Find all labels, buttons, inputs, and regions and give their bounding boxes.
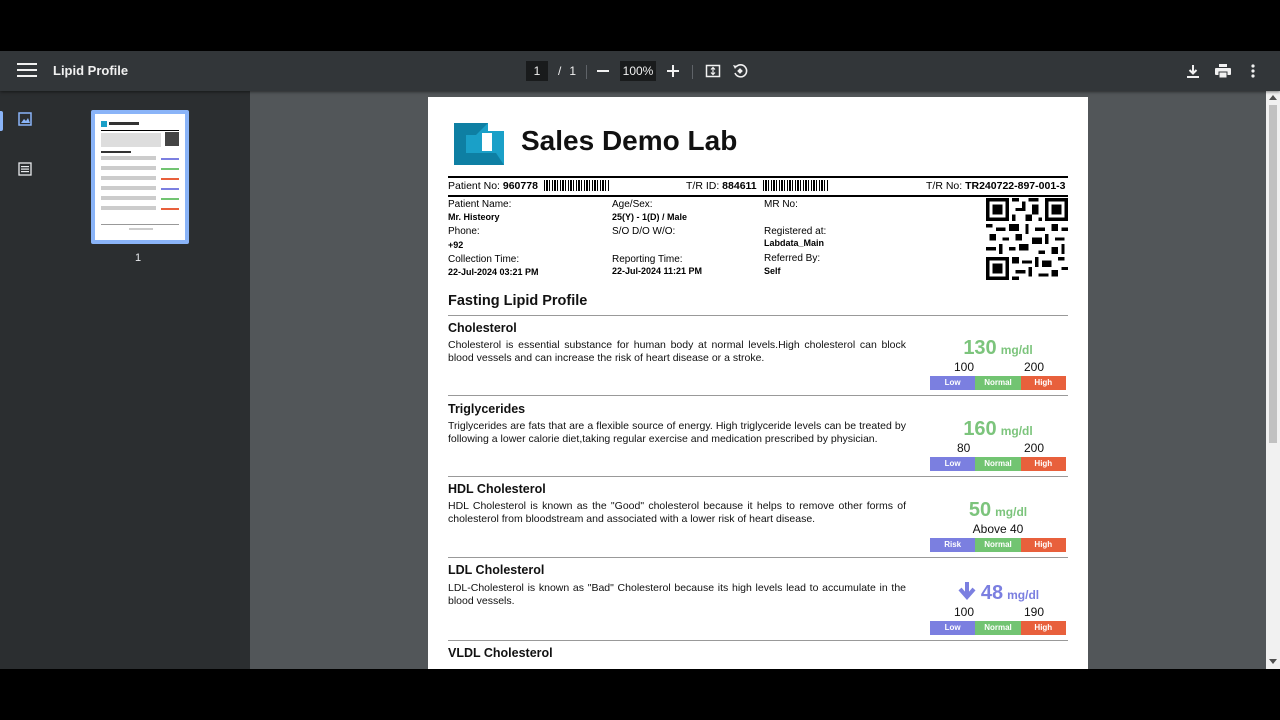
- result-unit: mg/dl: [995, 505, 1028, 519]
- result-value: 48: [980, 582, 1004, 604]
- page-control: / 1: [526, 61, 576, 81]
- document-viewer[interactable]: Sales Demo Lab Patient No: 960778 T/R ID…: [250, 91, 1266, 669]
- header-rule: [448, 195, 1068, 197]
- thumbnails-tab[interactable]: [0, 99, 50, 139]
- arrow-down-icon: [958, 582, 976, 601]
- lab-name: Sales Demo Lab: [521, 125, 738, 156]
- range-bar: Low Normal High: [930, 376, 1066, 390]
- thumbnail-page-number: 1: [135, 252, 142, 264]
- image-icon: [18, 112, 32, 126]
- letterbox-bottom: [0, 669, 1280, 720]
- header-rule: [448, 176, 1068, 178]
- phone-value: +92: [448, 240, 464, 250]
- patient-name-label: Patient Name:: [448, 199, 512, 210]
- reporting-label: Reporting Time:: [612, 254, 683, 265]
- fit-page-icon[interactable]: [701, 59, 725, 83]
- test-description: Cholesterol is essential substance for h…: [448, 339, 906, 364]
- download-icon[interactable]: [1181, 59, 1205, 83]
- vertical-scrollbar[interactable]: [1266, 91, 1280, 669]
- test-result: 160 mg/dl 80 200 Low Normal High: [930, 418, 1066, 471]
- test-name: VLDL Cholesterol: [448, 646, 553, 660]
- tr-id-field: T/R ID: 884611: [686, 180, 829, 192]
- test-rule: [448, 395, 1068, 396]
- result-value: 50: [968, 499, 992, 521]
- sdo-label: S/O D/O W/O:: [612, 226, 676, 237]
- reference-range: 100 190: [954, 605, 1045, 619]
- patient-name-value: Mr. Histeory: [448, 212, 500, 222]
- range-bar: Low Normal High: [930, 457, 1066, 471]
- lab-logo: [454, 123, 504, 165]
- test-result: 48 mg/dl 100 190 Low Normal High: [930, 581, 1066, 635]
- phone-label: Phone:: [448, 226, 480, 237]
- reference-range: 100 200: [954, 360, 1045, 374]
- registered-value: Labdata_Main: [764, 238, 825, 248]
- range-bar: Low Normal High: [930, 621, 1066, 635]
- registered-label: Registered at:: [764, 226, 827, 237]
- reporting-value: 22-Jul-2024 11:21 PM: [612, 266, 703, 276]
- result-unit: mg/dl: [1007, 588, 1040, 602]
- barcode-icon: [543, 180, 610, 191]
- page-separator: /: [558, 64, 562, 78]
- zoom-input[interactable]: [620, 61, 656, 81]
- pdf-page: Sales Demo Lab Patient No: 960778 T/R ID…: [428, 97, 1088, 669]
- page-thumbnail[interactable]: [91, 110, 189, 244]
- scroll-down-icon[interactable]: [1269, 659, 1277, 664]
- menu-icon[interactable]: [14, 59, 40, 83]
- zoom-in-icon[interactable]: [661, 59, 685, 83]
- age-sex-value: 25(Y) - 1(D) / Male: [612, 212, 688, 222]
- test-rule: [448, 640, 1068, 641]
- qr-code: [986, 198, 1068, 280]
- tr-no-field: T/R No: TR240722-897-001-3: [926, 180, 1066, 192]
- rotate-icon[interactable]: [728, 59, 752, 83]
- patient-no-field: Patient No: 960778: [448, 180, 610, 192]
- test-description: LDL-Cholesterol is known as "Bad" Choles…: [448, 582, 906, 607]
- test-name: LDL Cholesterol: [448, 563, 545, 577]
- test-name: Triglycerides: [448, 402, 526, 416]
- test-description: HDL Cholesterol is known as the "Good" c…: [448, 500, 906, 525]
- toolbar-divider: [586, 65, 587, 79]
- reference-range: 80 200: [957, 441, 1045, 455]
- toolbar-divider: [692, 65, 693, 79]
- result-value: 160: [963, 418, 997, 440]
- mr-no-label: MR No:: [764, 199, 798, 210]
- scroll-up-icon[interactable]: [1269, 95, 1277, 100]
- outline-icon: [18, 162, 32, 176]
- test-result: 130 mg/dl 100 200 Low Normal High: [930, 337, 1066, 390]
- test-rule: [448, 476, 1068, 477]
- page-total: 1: [569, 64, 577, 78]
- test-rule: [448, 557, 1068, 558]
- collection-label: Collection Time:: [448, 254, 520, 265]
- zoom-out-icon[interactable]: [591, 59, 615, 83]
- scrollbar-thumb[interactable]: [1269, 105, 1277, 443]
- section-rule: [448, 315, 1068, 316]
- test-result: 50 mg/dl Above 40 Risk Normal High: [930, 499, 1066, 552]
- referred-value: Self: [764, 266, 781, 276]
- reference-range: Above 40: [972, 522, 1024, 536]
- result-unit: mg/dl: [1000, 424, 1033, 438]
- pdf-toolbar: Lipid Profile / 1: [0, 51, 1280, 91]
- outline-tab[interactable]: [0, 149, 50, 189]
- referred-label: Referred By:: [764, 253, 821, 264]
- result-value: 130: [963, 337, 997, 359]
- letterbox-top: [0, 0, 1280, 51]
- barcode-icon: [762, 180, 829, 191]
- section-title: Fasting Lipid Profile: [448, 293, 588, 309]
- test-description: Triglycerides are fats that are a flexib…: [448, 420, 906, 445]
- document-title: Lipid Profile: [53, 63, 129, 78]
- collection-value: 22-Jul-2024 03:21 PM: [448, 267, 539, 277]
- test-name: Cholesterol: [448, 321, 517, 335]
- print-icon[interactable]: [1211, 59, 1235, 83]
- page-number-input[interactable]: [526, 61, 548, 81]
- range-bar: Risk Normal High: [930, 538, 1066, 552]
- thumbnail-preview: [101, 121, 179, 230]
- age-sex-label: Age/Sex:: [612, 199, 653, 210]
- result-unit: mg/dl: [1000, 343, 1033, 357]
- more-options-icon[interactable]: [1241, 59, 1265, 83]
- test-name: HDL Cholesterol: [448, 482, 546, 496]
